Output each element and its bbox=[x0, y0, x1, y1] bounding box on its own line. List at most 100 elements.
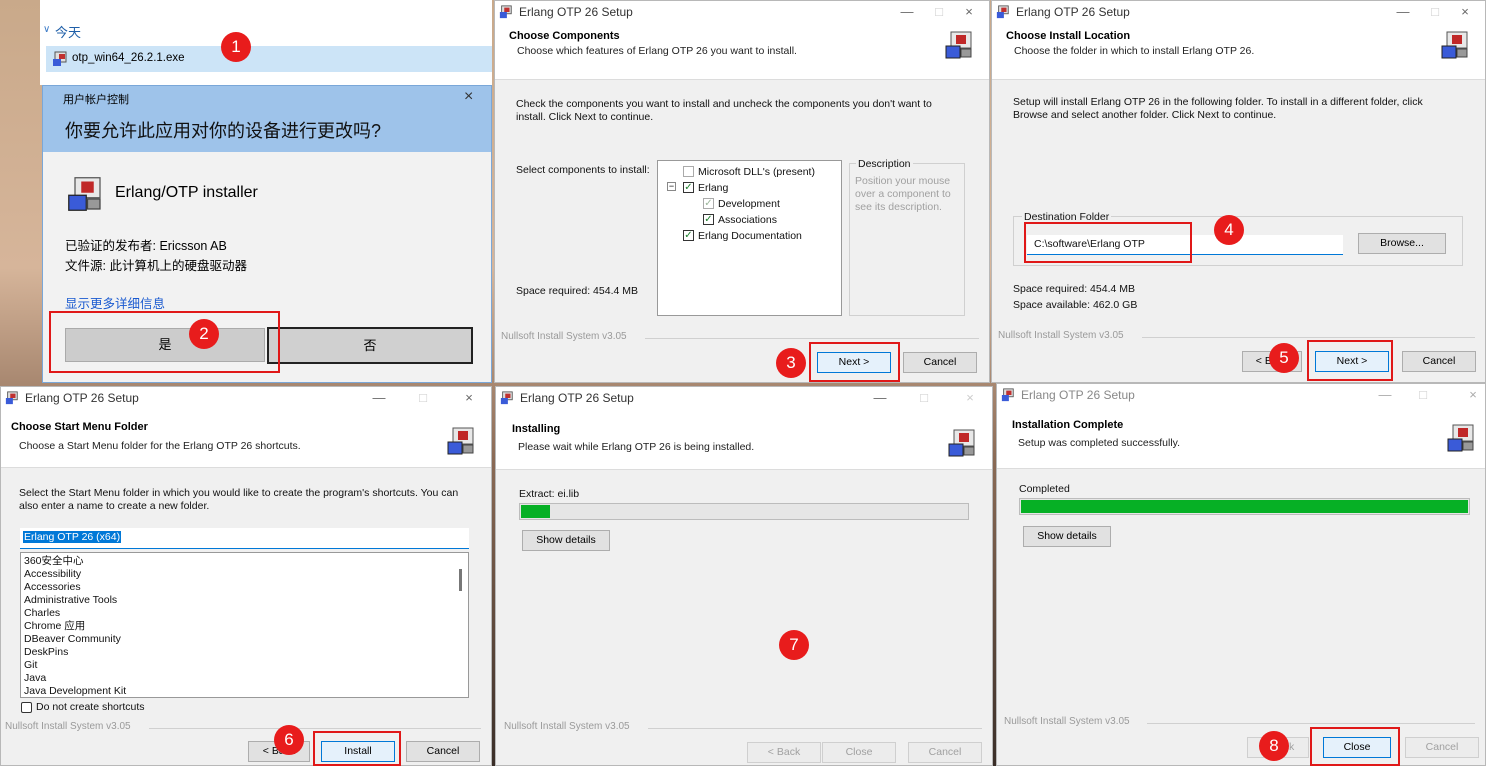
close-icon[interactable]: × bbox=[960, 389, 980, 407]
title-bar: Erlang OTP 26 Setup — □ × bbox=[496, 387, 992, 409]
checkbox-documentation[interactable]: ✓ bbox=[683, 230, 694, 241]
close-button: Close bbox=[822, 742, 896, 763]
wizard-body: Check the components you want to install… bbox=[495, 80, 989, 382]
component-label: Erlang Documentation bbox=[698, 230, 802, 242]
scrollbar-thumb[interactable] bbox=[459, 569, 462, 591]
complete-progress-bar bbox=[1019, 498, 1470, 515]
folder-list-item[interactable]: Java bbox=[24, 672, 46, 685]
minimize-icon[interactable]: — bbox=[1393, 3, 1413, 21]
wizard-header: Choose Install Location Choose the folde… bbox=[992, 23, 1485, 80]
folder-list-item[interactable]: Accessibility bbox=[24, 568, 81, 581]
nsis-branding: Nullsoft Install System v3.05 bbox=[504, 721, 630, 732]
folder-list-item[interactable]: Chrome 应用 bbox=[24, 620, 85, 633]
nsis-branding: Nullsoft Install System v3.05 bbox=[1004, 716, 1130, 727]
tree-collapse-icon[interactable]: − bbox=[667, 182, 676, 191]
show-details-button[interactable]: Show details bbox=[522, 530, 610, 551]
maximize-icon[interactable]: □ bbox=[413, 389, 433, 407]
folder-list-item[interactable]: Administrative Tools bbox=[24, 594, 117, 607]
extract-status: Extract: ei.lib bbox=[519, 488, 580, 500]
close-icon[interactable]: × bbox=[459, 389, 479, 407]
page-subtitle: Please wait while Erlang OTP 26 is being… bbox=[518, 441, 755, 453]
step-badge-2: 2 bbox=[189, 319, 219, 349]
install-progress-bar bbox=[519, 503, 969, 520]
explorer-window: ∨ 今天 otp_win64_26.2.1.exe bbox=[40, 0, 492, 85]
uac-caption: 用户帐户控制 bbox=[63, 94, 129, 106]
wizard-header: Choose Start Menu Folder Choose a Start … bbox=[1, 409, 491, 468]
folder-list[interactable]: 360安全中心 Accessibility Accessories Admini… bbox=[20, 552, 469, 698]
page-title: Choose Start Menu Folder bbox=[11, 421, 148, 433]
checkbox-associations[interactable]: ✓ bbox=[703, 214, 714, 225]
browse-button[interactable]: Browse... bbox=[1358, 233, 1446, 254]
minimize-icon[interactable]: — bbox=[870, 389, 890, 407]
minimize-icon[interactable]: — bbox=[369, 389, 389, 407]
show-details-button[interactable]: Show details bbox=[1023, 526, 1111, 547]
maximize-icon[interactable]: □ bbox=[929, 3, 949, 21]
minimize-icon[interactable]: — bbox=[897, 3, 917, 21]
wizard-header: Installing Please wait while Erlang OTP … bbox=[496, 409, 992, 470]
uac-app-name: Erlang/OTP installer bbox=[115, 184, 258, 201]
step-badge-1: 1 bbox=[221, 32, 251, 62]
uac-question: 你要允许此应用对你的设备进行更改吗? bbox=[65, 121, 382, 141]
cancel-button[interactable]: Cancel bbox=[903, 352, 977, 373]
installer-logo-icon bbox=[1447, 424, 1474, 452]
installer-file-icon bbox=[53, 51, 67, 66]
highlight-install-button bbox=[313, 731, 401, 766]
step-badge-4: 4 bbox=[1214, 215, 1244, 245]
title-bar: Erlang OTP 26 Setup — □ × bbox=[1, 387, 491, 409]
wizard-body: Extract: ei.lib Show details Nullsoft In… bbox=[496, 470, 992, 765]
wizard-body: Select the Start Menu folder in which yo… bbox=[1, 468, 491, 765]
component-label: Erlang bbox=[698, 182, 729, 194]
step-badge-8: 8 bbox=[1259, 731, 1289, 761]
maximize-icon[interactable]: □ bbox=[1425, 3, 1445, 21]
cancel-button[interactable]: Cancel bbox=[406, 741, 480, 762]
maximize-icon[interactable]: □ bbox=[1413, 386, 1433, 404]
space-required: Space required: 454.4 MB bbox=[516, 285, 638, 297]
maximize-icon[interactable]: □ bbox=[914, 389, 934, 407]
folder-list-item[interactable]: Accessories bbox=[24, 581, 81, 594]
highlight-destination-path bbox=[1024, 222, 1192, 263]
erlang-app-icon bbox=[5, 391, 18, 405]
installer-logo-icon bbox=[948, 429, 975, 457]
page-title: Choose Components bbox=[509, 30, 620, 42]
install-progress-fill bbox=[521, 505, 550, 518]
no-shortcuts-label: Do not create shortcuts bbox=[36, 701, 145, 713]
intro-text: Check the components you want to install… bbox=[516, 98, 932, 123]
setup-window-location: Erlang OTP 26 Setup — □ × Choose Install… bbox=[991, 0, 1486, 383]
uac-publisher: 已验证的发布者: Ericsson AB bbox=[65, 239, 227, 253]
step-badge-7: 7 bbox=[779, 630, 809, 660]
nsis-branding: Nullsoft Install System v3.05 bbox=[501, 331, 627, 342]
uac-no-button[interactable]: 否 bbox=[267, 327, 473, 364]
checkbox-erlang[interactable]: ✓ bbox=[683, 182, 694, 193]
folder-list-item[interactable]: DeskPins bbox=[24, 646, 68, 659]
highlight-next-components bbox=[809, 342, 900, 382]
uac-more-details-link[interactable]: 显示更多详细信息 bbox=[65, 293, 165, 312]
step-badge-5: 5 bbox=[1269, 343, 1299, 373]
nsis-divider bbox=[1142, 337, 1475, 338]
checkbox-no-shortcuts[interactable] bbox=[21, 702, 32, 713]
folder-name-input[interactable]: Erlang OTP 26 (x64) bbox=[20, 528, 469, 549]
uac-no-label: 否 bbox=[363, 338, 377, 353]
page-subtitle: Choose a Start Menu folder for the Erlan… bbox=[19, 440, 301, 452]
step-badge-3: 3 bbox=[776, 348, 806, 378]
cancel-button[interactable]: Cancel bbox=[1402, 351, 1476, 372]
explorer-file-row[interactable]: otp_win64_26.2.1.exe bbox=[46, 46, 492, 72]
setup-window-complete: Erlang OTP 26 Setup — □ × Installation C… bbox=[996, 383, 1486, 766]
close-icon[interactable]: × bbox=[959, 3, 979, 21]
folder-list-item[interactable]: Git bbox=[24, 659, 37, 672]
folder-list-item[interactable]: DBeaver Community bbox=[24, 633, 121, 646]
close-icon[interactable]: × bbox=[1463, 386, 1483, 404]
folder-list-item[interactable]: Java Development Kit bbox=[24, 685, 126, 698]
component-label: Associations bbox=[718, 214, 777, 226]
nsis-divider bbox=[645, 338, 979, 339]
wizard-body: Completed Show details Nullsoft Install … bbox=[997, 469, 1485, 765]
minimize-icon[interactable]: — bbox=[1375, 386, 1395, 404]
chevron-down-icon[interactable]: ∨ bbox=[43, 24, 50, 35]
close-icon[interactable]: × bbox=[464, 88, 473, 106]
installer-logo-icon bbox=[447, 427, 474, 455]
folder-list-item[interactable]: 360安全中心 bbox=[24, 555, 84, 568]
complete-progress-fill bbox=[1021, 500, 1468, 513]
folder-list-item[interactable]: Charles bbox=[24, 607, 60, 620]
description-title: Description bbox=[856, 158, 913, 171]
close-icon[interactable]: × bbox=[1455, 3, 1475, 21]
checkbox-msdll[interactable] bbox=[683, 166, 694, 177]
